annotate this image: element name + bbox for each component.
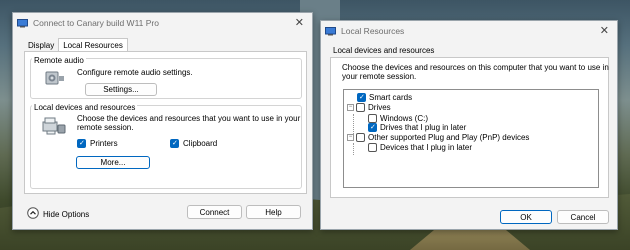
chevron-up-icon — [27, 207, 39, 221]
tab-strip: Display Local Resources — [24, 38, 128, 52]
drives-label: Drives — [368, 103, 391, 112]
devices-plug-in-later-checkbox[interactable] — [368, 143, 377, 152]
clipboard-checkbox-row[interactable]: Clipboard — [170, 139, 217, 148]
local-resources-content: Choose the devices and resources on this… — [330, 57, 609, 198]
smart-cards-label: Smart cards — [369, 93, 413, 102]
devices-plug-in-later-label: Devices that I plug in later — [380, 143, 473, 152]
tree-item-other-pnp[interactable]: − Other supported Plug and Play (PnP) de… — [347, 133, 529, 142]
tree-item-smart-cards[interactable]: Smart cards — [357, 93, 412, 102]
local-resources-window: Local Resources ✕ Local devices and reso… — [320, 20, 618, 230]
printers-label: Printers — [90, 139, 118, 148]
clipboard-label: Clipboard — [183, 139, 218, 148]
description-line-2: your remote session. — [342, 72, 417, 81]
printers-checkbox[interactable] — [77, 139, 86, 148]
local-devices-group: Local devices and resources Choose the d… — [30, 103, 302, 189]
windows-c-label: Windows (C:) — [380, 114, 429, 123]
drives-checkbox[interactable] — [356, 103, 365, 112]
local-devices-description-2: remote session. — [77, 123, 134, 132]
rdp-app-icon — [325, 26, 336, 36]
hide-options-toggle[interactable]: Hide Options — [27, 207, 89, 221]
tab-local-resources[interactable]: Local Resources — [58, 38, 128, 52]
title-bar: Local Resources ✕ — [321, 21, 617, 41]
cancel-button[interactable]: Cancel — [557, 210, 609, 224]
remote-audio-group: Remote audio Configure remote audio sett… — [30, 56, 302, 99]
tree-connector — [353, 143, 354, 155]
other-pnp-checkbox[interactable] — [356, 133, 365, 142]
window-title: Connect to Canary build W11 Pro — [33, 18, 159, 28]
collapse-icon[interactable]: − — [347, 134, 354, 141]
devices-icon — [41, 116, 67, 138]
local-devices-description-1: Choose the devices and resources that yo… — [77, 114, 301, 123]
speaker-icon — [45, 69, 65, 89]
title-bar: Connect to Canary build W11 Pro ✕ — [13, 13, 312, 33]
close-icon[interactable]: ✕ — [295, 16, 304, 29]
windows-c-checkbox[interactable] — [368, 114, 377, 123]
printers-checkbox-row[interactable]: Printers — [77, 139, 118, 148]
remote-audio-description: Configure remote audio settings. — [77, 68, 193, 77]
description-line-1: Choose the devices and resources on this… — [342, 63, 609, 72]
connect-button[interactable]: Connect — [187, 205, 242, 219]
window-title: Local Resources — [341, 26, 405, 36]
tree-item-devices-plug-in-later[interactable]: Devices that I plug in later — [368, 143, 472, 152]
tree-item-windows-c[interactable]: Windows (C:) — [368, 114, 428, 123]
smart-cards-checkbox[interactable] — [357, 93, 366, 102]
local-resources-panel: Remote audio Configure remote audio sett… — [24, 51, 307, 194]
settings-button[interactable]: Settings... — [85, 83, 157, 96]
drives-plug-in-later-label: Drives that I plug in later — [380, 123, 467, 132]
more-button[interactable]: More... — [76, 156, 150, 169]
local-devices-heading: Local devices and resources — [32, 103, 138, 112]
rdp-app-icon — [17, 18, 28, 28]
device-tree[interactable]: Smart cards − Drives Windows (C:) Drives… — [343, 89, 599, 188]
other-pnp-label: Other supported Plug and Play (PnP) devi… — [368, 133, 530, 142]
ok-button[interactable]: OK — [500, 210, 552, 224]
remote-audio-heading: Remote audio — [32, 56, 86, 65]
tree-item-drives-plug-in-later[interactable]: Drives that I plug in later — [368, 123, 466, 132]
clipboard-checkbox[interactable] — [170, 139, 179, 148]
local-devices-heading: Local devices and resources — [333, 46, 435, 55]
hide-options-label: Hide Options — [43, 209, 90, 219]
drives-plug-in-later-checkbox[interactable] — [368, 123, 377, 132]
close-icon[interactable]: ✕ — [600, 24, 609, 37]
remote-desktop-connection-window: Connect to Canary build W11 Pro ✕ Displa… — [12, 12, 313, 230]
tree-item-drives[interactable]: − Drives — [347, 103, 391, 112]
collapse-icon[interactable]: − — [347, 104, 354, 111]
help-button[interactable]: Help — [246, 205, 301, 219]
